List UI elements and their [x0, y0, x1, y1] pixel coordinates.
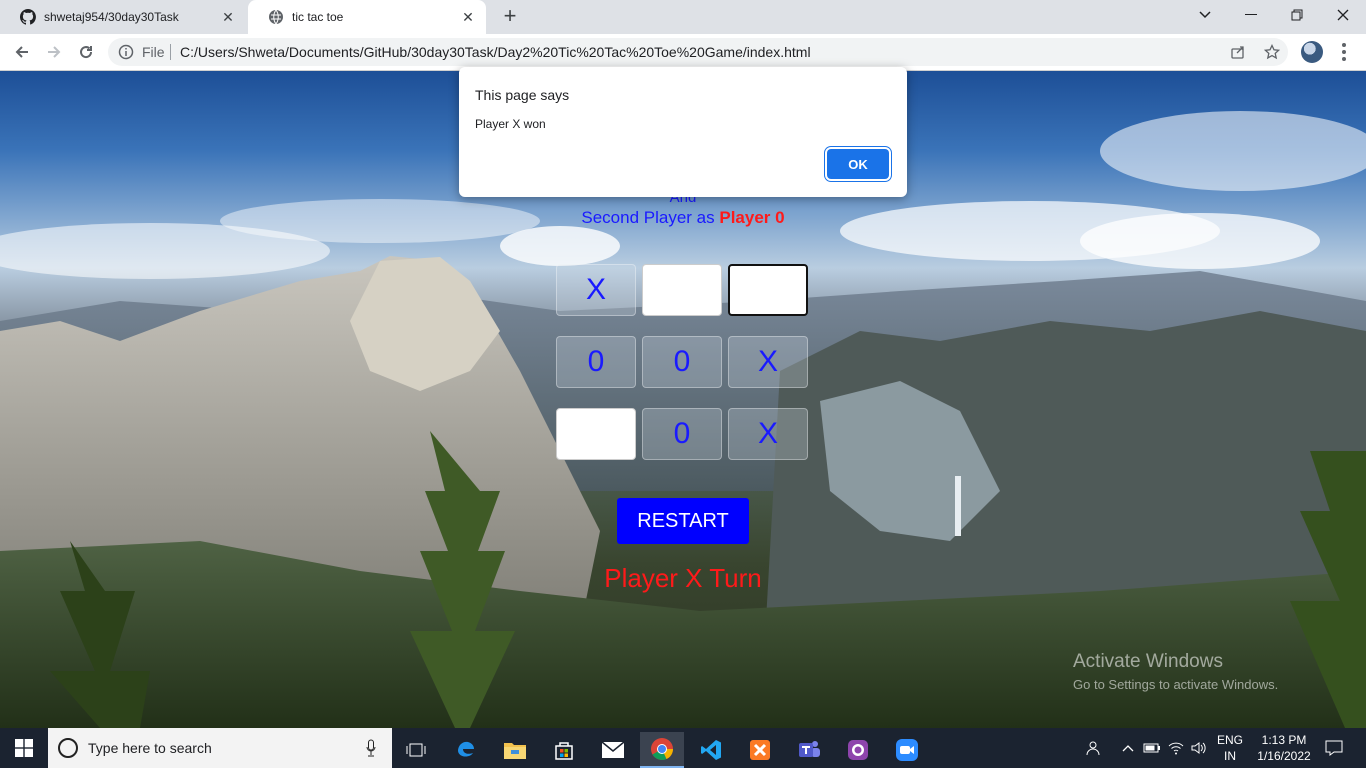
new-tab-button[interactable]: +: [498, 5, 522, 29]
forward-arrow-icon[interactable]: [40, 38, 68, 66]
taskbar-search-box[interactable]: Type here to search: [48, 728, 392, 768]
share-icon[interactable]: [1230, 44, 1246, 60]
wifi-icon[interactable]: [1166, 728, 1186, 768]
system-clock[interactable]: 1:13 PM 1/16/2022: [1250, 732, 1318, 764]
language-indicator[interactable]: ENG IN: [1212, 732, 1248, 764]
address-bar[interactable]: File C:/Users/Shweta/Documents/GitHub/30…: [108, 38, 1288, 66]
tab-title: shwetaj954/30day30Task: [44, 10, 179, 24]
url-text[interactable]: C:/Users/Shweta/Documents/GitHub/30day30…: [180, 44, 811, 60]
info-icon[interactable]: [118, 44, 134, 60]
minimize-icon[interactable]: [1228, 0, 1274, 30]
bookmark-star-icon[interactable]: [1263, 43, 1281, 60]
globe-icon: [268, 9, 284, 25]
cortana-icon: [58, 738, 78, 758]
tab-github[interactable]: shwetaj954/30day30Task ✕: [0, 0, 246, 34]
board-cell[interactable]: 0: [642, 408, 722, 460]
board-cell[interactable]: X: [728, 408, 808, 460]
search-placeholder: Type here to search: [88, 740, 212, 756]
board-cell[interactable]: [728, 264, 808, 316]
github-icon: [20, 9, 36, 25]
ok-button[interactable]: OK: [827, 149, 889, 179]
close-window-icon[interactable]: [1320, 0, 1366, 30]
close-tab-icon[interactable]: ✕: [220, 9, 236, 25]
lang-bottom: IN: [1224, 749, 1236, 763]
lang-top: ENG: [1216, 733, 1243, 747]
chrome-icon[interactable]: [640, 732, 684, 768]
close-tab-icon[interactable]: ✕: [460, 9, 476, 25]
divider: [170, 44, 171, 60]
windows-taskbar: Type here to search ENG IN 1:13 PM 1/16/…: [0, 728, 1366, 768]
browser-toolbar: File C:/Users/Shweta/Documents/GitHub/30…: [0, 34, 1366, 71]
chevron-up-icon[interactable]: [1118, 728, 1138, 768]
board-cell[interactable]: 0: [556, 336, 636, 388]
tab-strip: shwetaj954/30day30Task ✕ tic tac toe ✕ +: [0, 0, 1366, 34]
edge-icon[interactable]: [444, 732, 488, 768]
board-cell[interactable]: 0: [642, 336, 722, 388]
back-arrow-icon[interactable]: [8, 38, 36, 66]
watermark-title: Activate Windows: [1073, 651, 1223, 672]
restart-button[interactable]: RESTART: [617, 498, 749, 544]
file-scheme-label: File: [142, 44, 165, 60]
windows-start-icon[interactable]: [0, 728, 48, 768]
board-cell[interactable]: X: [728, 336, 808, 388]
microphone-icon[interactable]: [366, 739, 376, 757]
reload-icon[interactable]: [72, 38, 100, 66]
game-board: X 0 0 X 0 X: [555, 264, 813, 464]
notifications-icon[interactable]: [1320, 728, 1348, 768]
clock-time: 1:13 PM: [1261, 733, 1307, 747]
kebab-menu-icon[interactable]: [1334, 42, 1354, 62]
mail-icon[interactable]: [591, 732, 635, 768]
watermark-subtitle: Go to Settings to activate Windows.: [1073, 677, 1279, 692]
activate-windows-watermark: Activate Windows Go to Settings to activ…: [1073, 651, 1278, 692]
second-player-name: Player 0: [719, 208, 785, 227]
board-cell[interactable]: X: [556, 264, 636, 316]
tab-tic-tac-toe[interactable]: tic tac toe ✕: [248, 0, 486, 34]
github-desktop-icon[interactable]: [836, 732, 880, 768]
second-player-line: Second Player as Player 0: [0, 208, 1366, 228]
restore-icon[interactable]: [1274, 0, 1320, 30]
dialog-title: This page says: [475, 87, 570, 103]
people-icon[interactable]: [1082, 728, 1106, 768]
second-player-prefix: Second Player as: [581, 208, 715, 227]
zoom-icon[interactable]: [885, 732, 929, 768]
board-cell[interactable]: [642, 264, 722, 316]
alert-dialog: This page says Player X won OK: [459, 67, 907, 197]
tab-search-icon[interactable]: [1182, 0, 1228, 30]
dialog-message: Player X won: [475, 117, 546, 131]
battery-icon[interactable]: [1142, 728, 1162, 768]
profile-avatar[interactable]: [1301, 41, 1323, 63]
vscode-icon[interactable]: [689, 732, 733, 768]
clock-date: 1/16/2022: [1257, 749, 1311, 763]
task-view-icon[interactable]: [394, 732, 438, 768]
volume-icon[interactable]: [1188, 728, 1210, 768]
store-icon[interactable]: [542, 732, 586, 768]
file-explorer-icon[interactable]: [493, 732, 537, 768]
xampp-icon[interactable]: [738, 732, 782, 768]
turn-indicator: Player X Turn: [604, 563, 762, 593]
teams-icon[interactable]: [787, 732, 831, 768]
tab-title: tic tac toe: [292, 10, 344, 24]
board-cell[interactable]: [556, 408, 636, 460]
